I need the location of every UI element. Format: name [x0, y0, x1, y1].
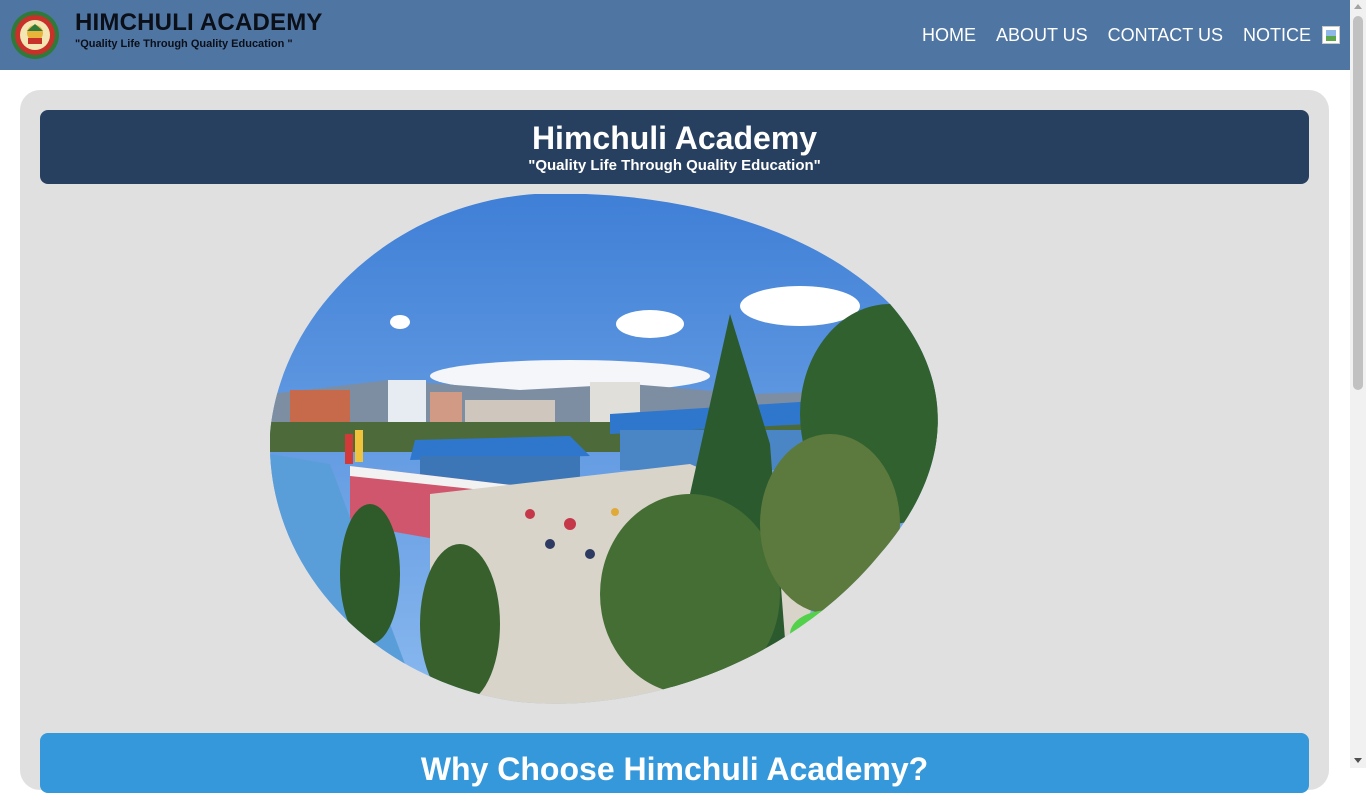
nav-contact-us-link[interactable]: CONTACT US [1108, 25, 1223, 46]
scroll-down-arrow-icon[interactable] [1354, 758, 1362, 763]
brand-name[interactable]: HIMCHULI ACADEMY [75, 9, 323, 37]
page-title: Himchuli Academy [531, 120, 818, 156]
scrollbar-thumb[interactable] [1353, 16, 1363, 390]
nav-notice-link[interactable]: NOTICE [1243, 25, 1311, 46]
why-choose-heading: Why Choose Himchuli Academy? [420, 751, 929, 787]
school-logo-icon[interactable] [10, 10, 60, 60]
title-banner: Himchuli Academy "Quality Life Through Q… [40, 110, 1309, 184]
scroll-up-arrow-icon[interactable] [1354, 4, 1362, 9]
page-subtitle: "Quality Life Through Quality Education" [528, 157, 821, 174]
broken-image-icon[interactable] [1322, 26, 1340, 44]
main-nav: HOME ABOUT US CONTACT US NOTICE [902, 0, 1340, 70]
main-content-panel: Himchuli Academy "Quality Life Through Q… [20, 90, 1329, 793]
nav-about-us-link[interactable]: ABOUT US [996, 25, 1088, 46]
why-choose-banner: Why Choose Himchuli Academy? [40, 733, 1309, 793]
top-navbar: HIMCHULI ACADEMY "Quality Life Through Q… [0, 0, 1350, 70]
brand-tagline: "Quality Life Through Quality Education … [75, 38, 293, 50]
nav-home-link[interactable]: HOME [922, 25, 976, 46]
campus-photo [270, 194, 938, 704]
vertical-scrollbar[interactable] [1350, 0, 1366, 768]
